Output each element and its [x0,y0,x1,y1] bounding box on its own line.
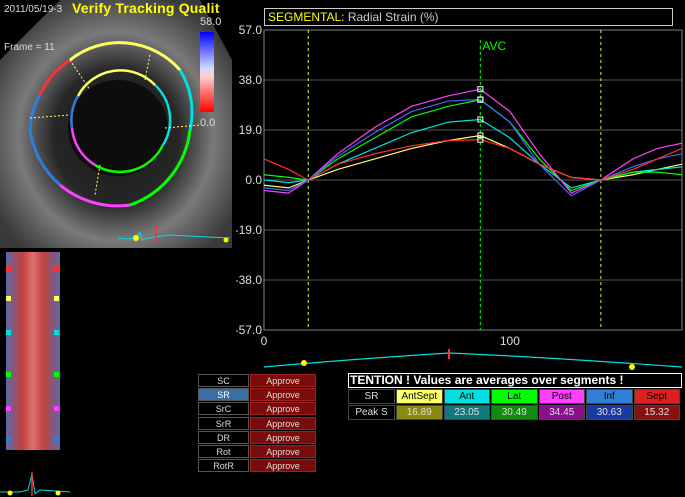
frame-indicator: Frame = 11 [4,42,55,53]
method-label-sc[interactable]: SC [198,374,249,387]
approve-button-rot[interactable]: Approve [250,445,316,458]
chart-title-label: SEGMENTAL: [268,10,345,24]
method-label-sr[interactable]: SR [198,388,249,402]
method-row-rotr: RotR Approve [198,459,316,473]
segment-header-sept: Sept [633,389,680,404]
attention-banner: TENTION ! Values are averages over segme… [348,373,682,388]
y-tick-label: 0.0 [245,173,262,187]
segment-header-ant: Ant [443,389,490,404]
y-tick-label: -19.0 [236,223,262,237]
approve-button-src[interactable]: Approve [250,402,316,416]
timeline-marker-start [301,360,307,366]
radial-strain-chart[interactable]: 57.038.019.00.0-19.0-38.0-57.0AVC0 100 [236,0,685,345]
method-row-dr: DR Approve [198,430,316,444]
method-label-rot[interactable]: Rot [198,445,249,458]
chart-title-measure: Radial Strain (%) [347,10,439,24]
method-label-dr[interactable]: DR [198,430,249,444]
timeline-marker-end [629,364,635,370]
segment-value-inf: 30.63 [586,405,633,420]
color-scale-max: 58.0 [200,16,222,28]
chart-title: SEGMENTAL: Radial Strain (%) [264,8,673,26]
ecg-trace-bottom [0,472,70,496]
segment-value-sept: 15.32 [633,405,680,420]
echo-image[interactable] [0,0,232,248]
y-tick-label: -38.0 [236,273,262,287]
method-row-rot: Rot Approve [198,445,316,458]
cycle-timeline[interactable] [264,337,682,371]
segment-value-post: 34.45 [538,405,585,420]
study-date: 2011/05/19-3 [4,4,63,15]
ecg-trace-small [118,226,230,244]
approve-button-sr[interactable]: Approve [250,388,316,402]
method-row-sr: SR Approve [198,388,316,402]
y-tick-label: 38.0 [239,73,263,87]
method-row-srr: SrR Approve [198,416,316,430]
segment-header-lat: Lat [491,389,538,404]
segment-peak-table: SR Peak S AntSept 16.89 Ant 23.05 Lat 30.49 Post… [348,389,683,421]
method-label-srr[interactable]: SrR [198,416,249,430]
approve-button-dr[interactable]: Approve [250,430,316,444]
segment-value-antsept: 16.89 [396,405,443,420]
approve-button-sc[interactable]: Approve [250,374,316,387]
row-label-sr: SR [348,389,395,404]
method-row-src: SrC Approve [198,402,316,416]
series-line-inf [263,98,683,197]
method-label-src[interactable]: SrC [198,402,249,416]
approve-button-srr[interactable]: Approve [250,416,316,430]
verify-tracking-title: Verify Tracking Qualit [72,0,220,16]
curved-mmode-strip[interactable] [6,252,60,450]
segment-value-lat: 30.49 [491,405,538,420]
segment-header-antsept: AntSept [396,389,443,404]
segment-value-ant: 23.05 [443,405,490,420]
approve-button-rotr[interactable]: Approve [250,459,316,473]
segment-header-inf: Inf [586,389,633,404]
y-tick-label: 57.0 [239,23,263,37]
y-tick-label: 19.0 [239,123,263,137]
segment-header-post: Post [538,389,585,404]
method-label-rotr[interactable]: RotR [198,459,249,473]
color-scale-bar [200,32,214,112]
y-tick-label: -57.0 [236,323,262,337]
row-label-peak: Peak S [348,405,395,420]
color-scale-mid: 0.0 [200,117,216,129]
method-row-sc: SC Approve [198,374,316,387]
avc-label: AVC [482,39,506,53]
